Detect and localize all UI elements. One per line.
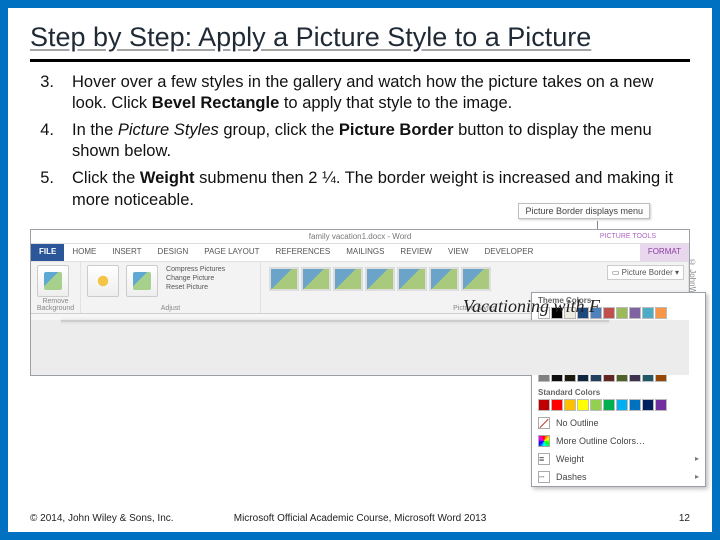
color-swatch[interactable] (577, 399, 589, 411)
more-colors-item[interactable]: More Outline Colors… (532, 432, 705, 450)
slide: Step by Step: Apply a Picture Style to a… (0, 0, 720, 540)
color-swatch[interactable] (629, 307, 641, 319)
color-swatch[interactable] (564, 399, 576, 411)
tab-developer[interactable]: DEVELOPER (476, 244, 541, 261)
picture-tools-label: PICTURE TOOLS (592, 230, 664, 243)
group-remove-background: Remove Background (31, 262, 81, 313)
standard-colors-heading: Standard Colors (538, 388, 699, 399)
group-adjust: Compress Pictures Change Picture Reset P… (81, 262, 261, 313)
picture-border-icon: ▭ (612, 268, 620, 277)
style-thumb[interactable] (397, 267, 427, 291)
dashes-icon: ┄ (538, 471, 550, 483)
footer-course: Microsoft Official Academic Course, Micr… (30, 513, 690, 524)
compress-pictures-button[interactable]: Compress Pictures (164, 265, 227, 274)
color-swatch[interactable] (655, 307, 667, 319)
no-outline-icon (538, 417, 550, 429)
slide-title: Step by Step: Apply a Picture Style to a… (30, 22, 690, 62)
tab-references[interactable]: REFERENCES (268, 244, 339, 261)
group-label: Adjust (81, 305, 260, 312)
step-item: 4. In the Picture Styles group, click th… (30, 120, 690, 162)
word-screenshot: © JohnWiley&Sons, Inc. family vacation1.… (30, 229, 690, 376)
step-text: Hover over a few styles in the gallery a… (72, 72, 690, 114)
color-swatch[interactable] (590, 399, 602, 411)
document-heading: Vacationing with F (463, 296, 600, 317)
chevron-right-icon: ▸ (695, 454, 699, 463)
no-outline-item[interactable]: No Outline (532, 414, 705, 432)
color-swatch[interactable] (629, 399, 641, 411)
style-thumb[interactable] (461, 267, 491, 291)
weight-submenu-item[interactable]: ≡Weight▸ (532, 450, 705, 468)
step-list: 3. Hover over a few styles in the galler… (30, 72, 690, 217)
color-swatch[interactable] (616, 307, 628, 319)
document-page: Vacationing with F (61, 320, 609, 322)
weight-icon: ≡ (538, 453, 550, 465)
color-swatch[interactable] (603, 399, 615, 411)
tab-review[interactable]: REVIEW (392, 244, 440, 261)
tab-mailings[interactable]: MAILINGS (338, 244, 392, 261)
tab-home[interactable]: HOME (64, 244, 104, 261)
group-label: Remove Background (31, 298, 80, 312)
remove-background-icon[interactable] (37, 265, 69, 297)
color-swatch[interactable] (642, 399, 654, 411)
tab-file[interactable]: FILE (31, 244, 64, 261)
picture-border-button[interactable]: ▭ Picture Border ▾ (607, 265, 684, 280)
step-number: 5. (30, 168, 72, 210)
color-swatch[interactable] (655, 399, 667, 411)
color-swatch[interactable] (603, 307, 615, 319)
step-text: In the Picture Styles group, click the P… (72, 120, 690, 162)
style-thumb[interactable] (365, 267, 395, 291)
color-swatch[interactable] (616, 399, 628, 411)
style-thumb[interactable] (269, 267, 299, 291)
callout-label: Picture Border displays menu (518, 203, 650, 219)
reset-picture-button[interactable]: Reset Picture (164, 283, 227, 292)
tab-page-layout[interactable]: PAGE LAYOUT (196, 244, 267, 261)
color-wheel-icon (538, 435, 550, 447)
color-swatch[interactable] (551, 399, 563, 411)
change-picture-button[interactable]: Change Picture (164, 274, 227, 283)
step-number: 3. (30, 72, 72, 114)
standard-color-row (538, 399, 699, 411)
window-titlebar: family vacation1.docx - Word (31, 230, 689, 244)
style-thumb[interactable] (333, 267, 363, 291)
color-icon[interactable] (126, 265, 158, 297)
color-swatch[interactable] (538, 399, 550, 411)
corrections-icon[interactable] (87, 265, 119, 297)
step-item: 3. Hover over a few styles in the galler… (30, 72, 690, 114)
dashes-submenu-item[interactable]: ┄Dashes▸ (532, 468, 705, 486)
style-thumb[interactable] (429, 267, 459, 291)
ribbon-tabs: FILE HOME INSERT DESIGN PAGE LAYOUT REFE… (31, 244, 689, 262)
style-thumb[interactable] (301, 267, 331, 291)
tab-view[interactable]: VIEW (440, 244, 476, 261)
slide-footer: © 2014, John Wiley & Sons, Inc. Microsof… (30, 513, 690, 524)
color-swatch[interactable] (642, 307, 654, 319)
tab-insert[interactable]: INSERT (104, 244, 149, 261)
step-number: 4. (30, 120, 72, 162)
tab-design[interactable]: DESIGN (150, 244, 197, 261)
chevron-right-icon: ▸ (695, 472, 699, 481)
